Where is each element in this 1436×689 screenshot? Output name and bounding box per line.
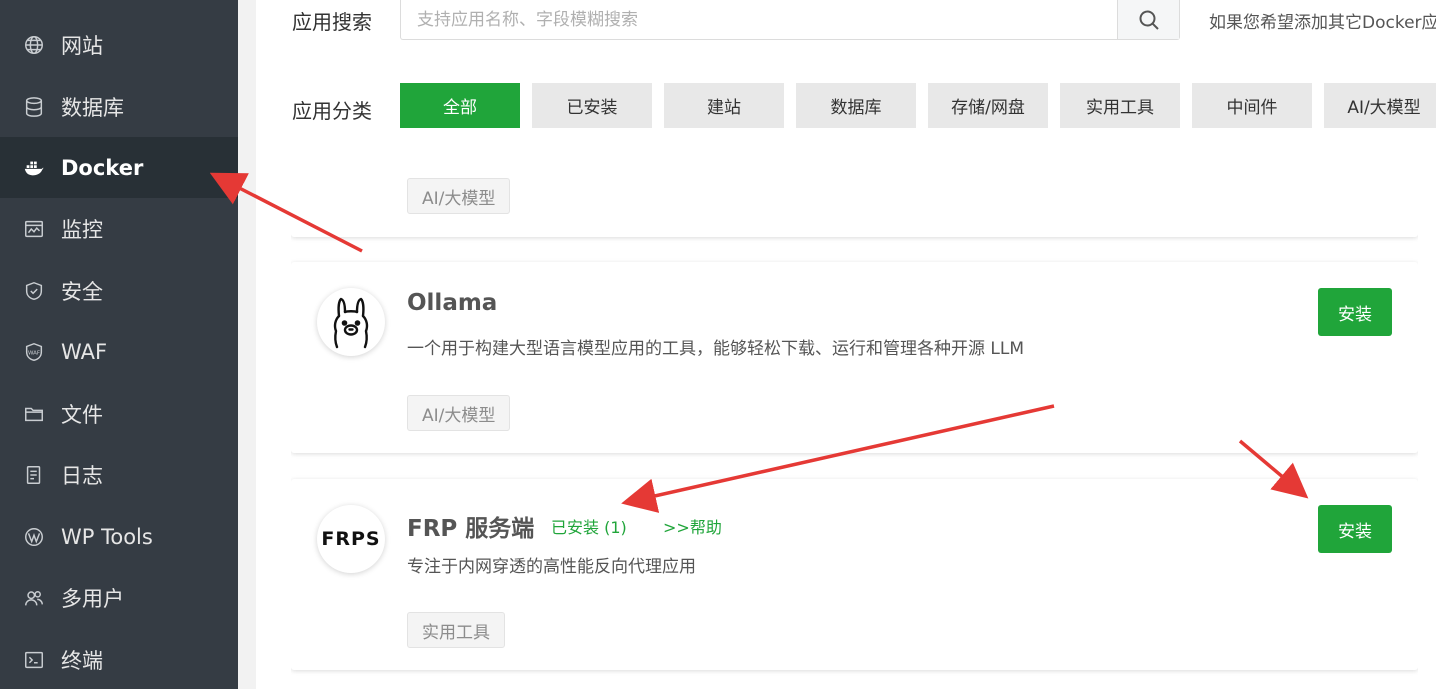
install-button-ollama[interactable]: 安装: [1318, 288, 1392, 336]
docker-icon: [23, 157, 45, 179]
sidebar-item-wp-tools[interactable]: WP Tools: [0, 506, 238, 567]
sidebar-item-label: 网站: [61, 33, 103, 58]
sidebar-item-monitor[interactable]: 监控: [0, 198, 238, 259]
app-root: 网站 数据库 Docker 监控 安全 WAF WAF 文件 日志 WP Too…: [0, 0, 1436, 689]
database-icon: [23, 96, 45, 118]
waf-shield-icon: WAF: [23, 341, 45, 363]
category-ai[interactable]: AI/大模型: [1324, 83, 1436, 128]
sidebar-item-waf[interactable]: WAF WAF: [0, 321, 238, 382]
search-box: [400, 0, 1180, 40]
globe-icon: [23, 34, 45, 56]
app-name: Ollama: [407, 290, 498, 316]
log-icon: [23, 464, 45, 486]
search-icon: [1139, 10, 1159, 30]
sidebar-item-logs[interactable]: 日志: [0, 444, 238, 505]
svg-text:WAF: WAF: [28, 350, 40, 356]
app-card-frps: FRPS FRP 服务端 已安装 (1) >>帮助 专注于内网穿透的高性能反向代…: [291, 479, 1418, 670]
llama-icon: [333, 297, 369, 349]
sidebar-item-security[interactable]: 安全: [0, 260, 238, 321]
sidebar-item-label: WP Tools: [61, 524, 153, 549]
sidebar-item-files[interactable]: 文件: [0, 383, 238, 444]
category-storage[interactable]: 存储/网盘: [928, 83, 1048, 128]
app-tag: AI/大模型: [407, 178, 511, 214]
category-installed[interactable]: 已安装: [532, 83, 652, 128]
sidebar-item-label: 安全: [61, 279, 103, 304]
frps-logo: FRPS: [317, 505, 385, 573]
search-input[interactable]: [401, 0, 1117, 39]
sidebar-item-label: WAF: [61, 339, 108, 364]
monitor-icon: [23, 218, 45, 240]
ollama-logo: [317, 288, 385, 356]
search-label: 应用搜索: [292, 10, 372, 34]
help-link[interactable]: >>帮助: [663, 514, 722, 538]
app-tag: AI/大模型: [407, 395, 511, 431]
app-tag: 实用工具: [407, 612, 505, 648]
sidebar-item-docker[interactable]: Docker: [0, 137, 238, 198]
add-app-hint: 如果您希望添加其它Docker应: [1209, 13, 1436, 33]
sidebar-item-label: 日志: [61, 463, 103, 488]
wordpress-icon: [23, 526, 45, 548]
sidebar-item-label: 监控: [61, 217, 103, 242]
folder-icon: [23, 403, 45, 425]
category-all[interactable]: 全部: [400, 83, 520, 128]
installed-status: 已安装 (1): [551, 518, 627, 537]
users-icon: [23, 587, 45, 609]
category-tools[interactable]: 实用工具: [1060, 83, 1180, 128]
sidebar-item-label: 数据库: [61, 95, 124, 120]
sidebar-item-label: 终端: [61, 648, 103, 673]
frps-logo-text: FRPS: [321, 528, 381, 550]
category-database[interactable]: 数据库: [796, 83, 916, 128]
app-card-ollama: Ollama 一个用于构建大型语言模型应用的工具，能够轻松下载、运行和管理各种开…: [291, 262, 1418, 453]
terminal-icon: [23, 649, 45, 671]
app-list: AI/大模型 Ollama 一个用于构建大型语言模型应用的工具，能够轻松下载、运…: [291, 153, 1418, 689]
sidebar-item-label: 文件: [61, 402, 103, 427]
shield-icon: [23, 280, 45, 302]
sidebar-item-website[interactable]: 网站: [0, 14, 238, 75]
sidebar-item-terminal[interactable]: 终端: [0, 629, 238, 689]
main-content: 应用搜索 如果您希望添加其它Docker应 应用分类 全部 已安装 建站 数据库…: [256, 0, 1436, 689]
app-description: 一个用于构建大型语言模型应用的工具，能够轻松下载、运行和管理各种开源 LLM: [407, 339, 1025, 359]
category-label: 应用分类: [292, 99, 372, 123]
sidebar-item-label: 多用户: [61, 586, 124, 611]
app-name: FRP 服务端: [407, 516, 535, 542]
app-card: AI/大模型: [291, 153, 1418, 237]
category-middleware[interactable]: 中间件: [1192, 83, 1312, 128]
install-button-frps[interactable]: 安装: [1318, 505, 1392, 553]
sidebar-item-label: Docker: [61, 155, 144, 180]
sidebar: 网站 数据库 Docker 监控 安全 WAF WAF 文件 日志 WP Too…: [0, 0, 238, 689]
search-button[interactable]: [1117, 0, 1179, 39]
sidebar-item-multi-user[interactable]: 多用户: [0, 567, 238, 628]
app-description: 专注于内网穿透的高性能反向代理应用: [407, 557, 696, 577]
sidebar-item-database[interactable]: 数据库: [0, 76, 238, 137]
category-website[interactable]: 建站: [664, 83, 784, 128]
